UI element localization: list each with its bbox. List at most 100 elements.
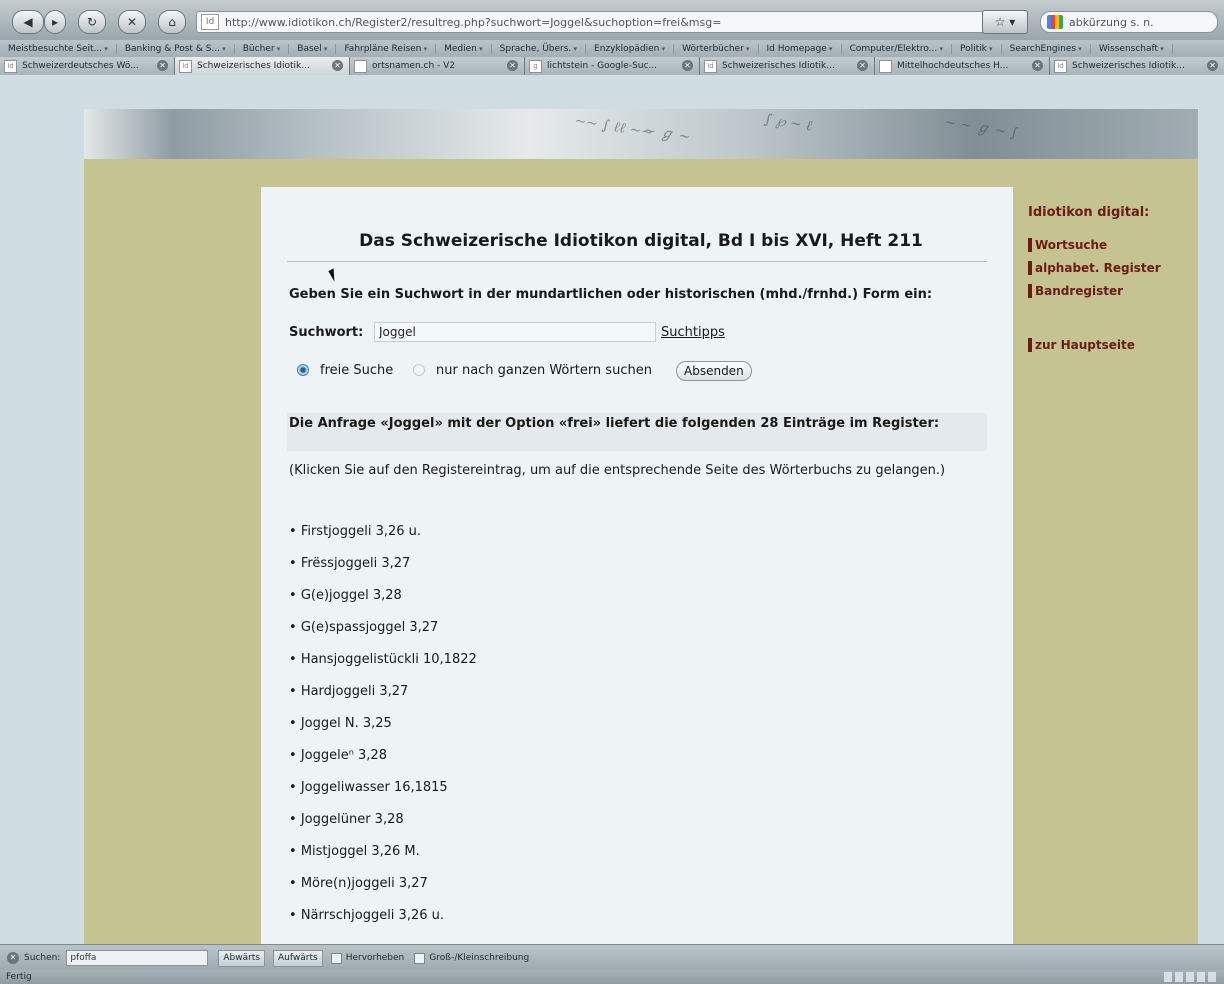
register-entry-list: Firstjoggeli 3,26 u.Frëssjoggeli 3,27G(e…: [289, 523, 477, 939]
search-instruction: Geben Sie ein Suchwort in der mundartlic…: [289, 287, 933, 302]
register-entry-link[interactable]: Joggeleⁿ 3,28: [289, 747, 477, 779]
register-entry-link[interactable]: Hansjoggelistückli 10,1822: [289, 651, 477, 683]
bookmark-item[interactable]: Medien: [436, 43, 492, 54]
tab-label: Schweizerisches Idiotik...: [1072, 61, 1185, 71]
tab-label: Schweizerisches Idiotik...: [722, 61, 835, 71]
register-entry-link[interactable]: Möre(n)joggeli 3,27: [289, 875, 477, 907]
browser-tab[interactable]: g lichtstein - Google-Suc... ✕: [525, 57, 700, 75]
free-search-label[interactable]: freie Suche: [320, 363, 393, 378]
tab-label: lichtstein - Google-Suc...: [547, 61, 658, 71]
bookmark-item[interactable]: SearchEngines: [1002, 43, 1091, 54]
sidebar-link-bandregister[interactable]: Bandregister: [1028, 284, 1188, 298]
rss-feed-button[interactable]: ☆ ▾: [982, 10, 1028, 34]
sidebar-title: Idiotikon digital:: [1028, 205, 1150, 220]
find-input[interactable]: [66, 950, 209, 966]
register-entry-link[interactable]: Närrschjoggeli 3,26 u.: [289, 907, 477, 939]
bookmark-item[interactable]: Politik: [952, 43, 1002, 54]
highlight-all-toggle[interactable]: Hervorheben: [330, 952, 404, 964]
back-arrow-icon: ◀: [23, 15, 33, 29]
register-entry-link[interactable]: G(e)joggel 3,28: [289, 587, 477, 619]
result-summary-box: Die Anfrage «Joggel» mit der Option «fre…: [287, 413, 987, 451]
bookmark-item[interactable]: Fahrpläne Reisen: [336, 43, 437, 54]
match-case-label: Groß-/Kleinschreibung: [429, 953, 530, 963]
tab-label: ortsnamen.ch - V2: [372, 61, 456, 71]
browser-tab[interactable]: Id Schweizerisches Idiotik... ✕: [175, 57, 350, 75]
stop-icon: ✕: [126, 15, 138, 29]
sidebar: Idiotikon digital: Wortsuche alphabet. R…: [1028, 205, 1188, 361]
banner-handwriting-decoration: ∫ ℘ ∼ ℓ: [763, 111, 814, 135]
google-icon: [1047, 15, 1063, 29]
search-input[interactable]: [374, 322, 656, 342]
bookmark-item[interactable]: Wörterbücher: [674, 43, 759, 54]
feed-icon: ☆ ▾: [994, 15, 1016, 29]
register-entry-link[interactable]: Firstjoggeli 3,26 u.: [289, 523, 477, 555]
tab-close-icon[interactable]: ✕: [1207, 60, 1218, 71]
forward-arrow-icon: ▸: [51, 15, 59, 29]
tab-close-icon[interactable]: ✕: [682, 60, 693, 71]
reload-icon: ↻: [86, 15, 98, 29]
bookmark-item[interactable]: Computer/Elektro...: [842, 43, 952, 54]
whole-words-label[interactable]: nur nach ganzen Wörtern suchen: [436, 363, 652, 378]
forward-button[interactable]: ▸: [44, 10, 66, 34]
register-entry-link[interactable]: Joggel N. 3,25: [289, 715, 477, 747]
bookmark-item[interactable]: Sprache, Übers.: [492, 43, 587, 54]
tab-label: Mittelhochdeutsches H...: [897, 61, 1009, 71]
tab-favicon-icon: [879, 59, 892, 73]
stop-button[interactable]: ✕: [118, 10, 146, 34]
url-bar[interactable]: Id http://www.idiotikon.ch/Register2/res…: [196, 11, 1020, 33]
back-button[interactable]: ◀: [12, 10, 44, 34]
bookmark-item[interactable]: Banking & Post & S...: [117, 43, 235, 54]
status-icons: [1164, 972, 1216, 982]
tab-favicon-icon: Id: [4, 59, 17, 73]
register-entry-link[interactable]: Hardjoggeli 3,27: [289, 683, 477, 715]
register-entry-link[interactable]: Frëssjoggeli 3,27: [289, 555, 477, 587]
close-icon[interactable]: ✕: [7, 952, 19, 964]
banner-handwriting-decoration: ∼ ℊ ∼: [642, 122, 692, 146]
tab-close-icon[interactable]: ✕: [332, 60, 343, 71]
browser-tab[interactable]: Id Schweizerisches Idiotik... ✕: [1050, 57, 1224, 75]
bookmark-item[interactable]: Bücher: [235, 43, 290, 54]
home-button[interactable]: ⌂: [158, 10, 186, 34]
bookmark-item[interactable]: Id Homepage: [759, 43, 842, 54]
free-search-radio[interactable]: [297, 364, 309, 376]
sidebar-link-alphabet-register[interactable]: alphabet. Register: [1028, 261, 1188, 275]
browser-tab[interactable]: Id Schweizerisches Idiotik... ✕: [700, 57, 875, 75]
tab-favicon-icon: g: [529, 59, 542, 73]
submit-button[interactable]: Absenden: [676, 361, 752, 381]
divider: [287, 261, 987, 262]
tab-close-icon[interactable]: ✕: [157, 60, 168, 71]
sidebar-link-home[interactable]: zur Hauptseite: [1028, 338, 1188, 352]
register-entry-link[interactable]: G(e)spassjoggel 3,27: [289, 619, 477, 651]
find-next-button[interactable]: Abwärts: [218, 949, 266, 967]
tab-favicon-icon: Id: [704, 59, 717, 73]
tab-close-icon[interactable]: ✕: [1032, 60, 1043, 71]
tab-favicon-icon: Id: [179, 59, 192, 73]
find-previous-button[interactable]: Aufwärts: [273, 949, 323, 967]
tab-bar: Id Schweizerdeutsches Wö... ✕ Id Schweizeris…: [0, 57, 1224, 75]
register-entry-link[interactable]: Joggelüner 3,28: [289, 811, 477, 843]
navigation-toolbar: ◀ ▸ ↻ ✕ ⌂ Id http://www.idiotikon.ch/Reg…: [0, 0, 1224, 41]
browser-tab[interactable]: Mittelhochdeutsches H... ✕: [875, 57, 1050, 75]
tab-favicon-icon: Id: [1054, 59, 1067, 73]
tab-close-icon[interactable]: ✕: [507, 60, 518, 71]
match-case-toggle[interactable]: Groß-/Kleinschreibung: [414, 952, 530, 964]
search-engine-text: abkürzung s. n.: [1069, 15, 1154, 29]
whole-words-radio[interactable]: [413, 364, 425, 376]
bookmark-item[interactable]: Enzyklopädien: [586, 43, 675, 54]
browser-tab[interactable]: ortsnamen.ch - V2 ✕: [350, 57, 525, 75]
search-engine-box[interactable]: abkürzung s. n.: [1040, 11, 1218, 33]
tab-label: Schweizerdeutsches Wö...: [22, 61, 139, 71]
tab-close-icon[interactable]: ✕: [857, 60, 868, 71]
register-entry-link[interactable]: Mistjoggel 3,26 M.: [289, 843, 477, 875]
find-bar: ✕ Suchen: Abwärts Aufwärts Hervorheben G…: [0, 944, 1224, 971]
bookmarks-toolbar: Meistbesuchte Seit...Banking & Post & S.…: [0, 40, 1224, 58]
register-entry-link[interactable]: Joggeliwasser 16,1815: [289, 779, 477, 811]
browser-tab[interactable]: Id Schweizerdeutsches Wö... ✕: [0, 57, 175, 75]
page-viewport: ~~ ∫ ℓℓ ~~ ∼ ℊ ∼ ∫ ℘ ∼ ℓ ~ ∼ ℊ ∼ ∫ Das S…: [0, 75, 1224, 944]
search-tips-link[interactable]: Suchtipps: [661, 325, 725, 340]
reload-button[interactable]: ↻: [78, 10, 106, 34]
bookmark-item[interactable]: Basel: [289, 43, 337, 54]
bookmark-item[interactable]: Wissenschaft: [1091, 43, 1173, 54]
bookmark-item[interactable]: Meistbesuchte Seit...: [0, 43, 117, 54]
sidebar-link-wortsuche[interactable]: Wortsuche: [1028, 238, 1188, 252]
